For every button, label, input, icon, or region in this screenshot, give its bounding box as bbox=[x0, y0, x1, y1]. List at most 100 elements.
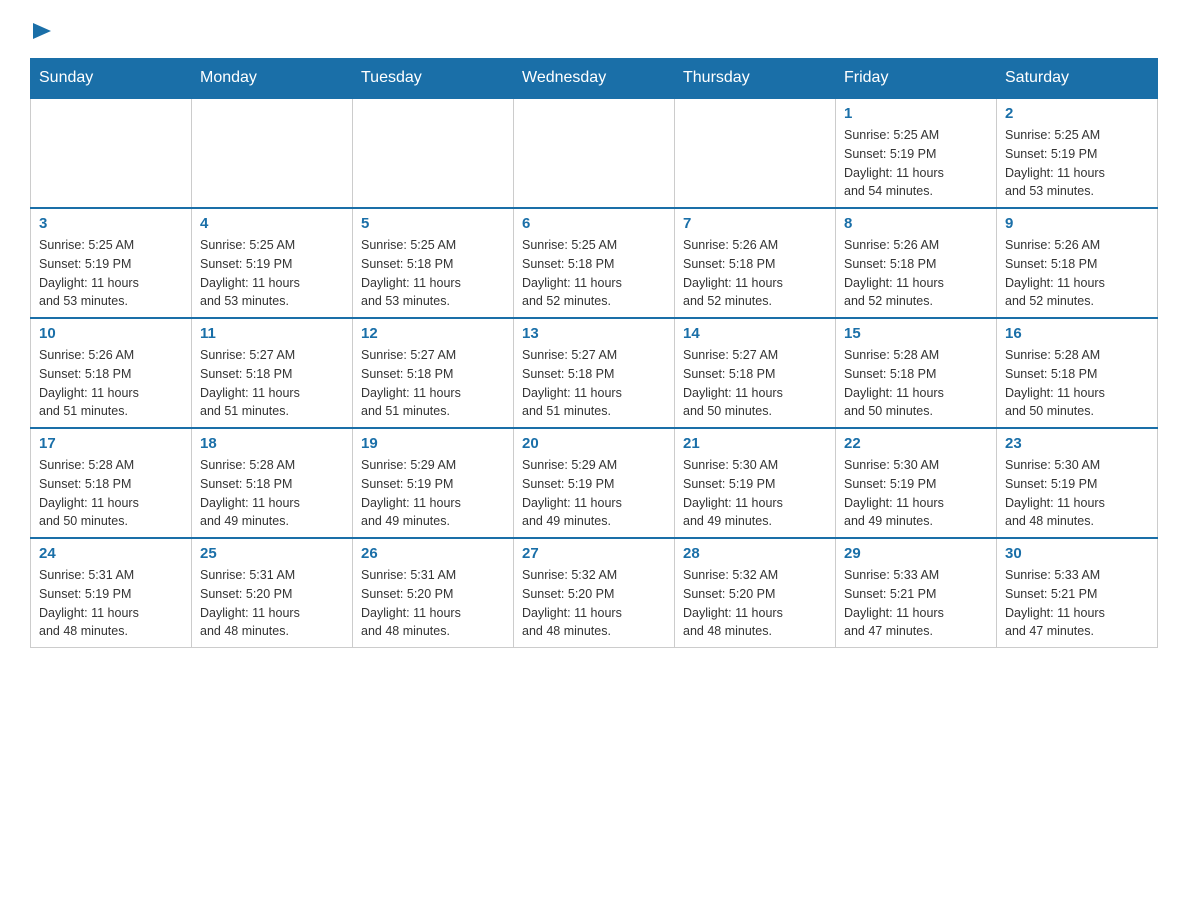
day-number: 30 bbox=[1005, 545, 1149, 562]
weekday-header-wednesday: Wednesday bbox=[514, 59, 675, 99]
day-number: 27 bbox=[522, 545, 666, 562]
day-info: Sunrise: 5:26 AM Sunset: 5:18 PM Dayligh… bbox=[844, 236, 988, 311]
day-info: Sunrise: 5:31 AM Sunset: 5:20 PM Dayligh… bbox=[200, 566, 344, 641]
day-info: Sunrise: 5:25 AM Sunset: 5:18 PM Dayligh… bbox=[361, 236, 505, 311]
calendar-cell bbox=[514, 98, 675, 208]
day-info: Sunrise: 5:25 AM Sunset: 5:19 PM Dayligh… bbox=[200, 236, 344, 311]
day-info: Sunrise: 5:25 AM Sunset: 5:18 PM Dayligh… bbox=[522, 236, 666, 311]
page-header bbox=[30, 20, 1158, 40]
weekday-header-friday: Friday bbox=[836, 59, 997, 99]
day-info: Sunrise: 5:31 AM Sunset: 5:19 PM Dayligh… bbox=[39, 566, 183, 641]
calendar-cell: 2Sunrise: 5:25 AM Sunset: 5:19 PM Daylig… bbox=[997, 98, 1158, 208]
day-number: 23 bbox=[1005, 435, 1149, 452]
day-number: 9 bbox=[1005, 215, 1149, 232]
calendar-cell: 11 Sunrise: 5:27 AM Sunset: 5:18 PM Dayli… bbox=[192, 318, 353, 428]
calendar-cell: 12Sunrise: 5:27 AM Sunset: 5:18 PM Dayli… bbox=[353, 318, 514, 428]
weekday-header-saturday: Saturday bbox=[997, 59, 1158, 99]
day-number: 25 bbox=[200, 545, 344, 562]
calendar-cell: 20 Sunrise: 5:29 AM Sunset: 5:19 PM Dayli… bbox=[514, 428, 675, 538]
calendar-cell bbox=[192, 98, 353, 208]
day-info: Sunrise: 5:30 AM Sunset: 5:19 PM Dayligh… bbox=[1005, 456, 1149, 531]
day-number: 18 bbox=[200, 435, 344, 452]
calendar-header-row: SundayMondayTuesdayWednesdayThursdayFrid… bbox=[31, 59, 1158, 99]
weekday-header-thursday: Thursday bbox=[675, 59, 836, 99]
calendar-cell: 21 Sunrise: 5:30 AM Sunset: 5:19 PM Dayli… bbox=[675, 428, 836, 538]
day-number: 21 bbox=[683, 435, 827, 452]
day-number: 8 bbox=[844, 215, 988, 232]
calendar-cell: 22Sunrise: 5:30 AM Sunset: 5:19 PM Dayli… bbox=[836, 428, 997, 538]
day-info: Sunrise: 5:33 AM Sunset: 5:21 PM Dayligh… bbox=[844, 566, 988, 641]
day-info: Sunrise: 5:29 AM Sunset: 5:19 PM Dayligh… bbox=[522, 456, 666, 531]
calendar-cell: 10 Sunrise: 5:26 AM Sunset: 5:18 PM Dayli… bbox=[31, 318, 192, 428]
logo bbox=[30, 20, 51, 40]
day-info: Sunrise: 5:26 AM Sunset: 5:18 PM Dayligh… bbox=[683, 236, 827, 311]
day-number: 6 bbox=[522, 215, 666, 232]
day-info: Sunrise: 5:25 AM Sunset: 5:19 PM Dayligh… bbox=[844, 126, 988, 201]
calendar-cell: 15 Sunrise: 5:28 AM Sunset: 5:18 PM Dayli… bbox=[836, 318, 997, 428]
day-number: 5 bbox=[361, 215, 505, 232]
calendar-cell: 25 Sunrise: 5:31 AM Sunset: 5:20 PM Dayli… bbox=[192, 538, 353, 648]
weekday-header-monday: Monday bbox=[192, 59, 353, 99]
calendar-cell: 5 Sunrise: 5:25 AM Sunset: 5:18 PM Daylig… bbox=[353, 208, 514, 318]
day-number: 14 bbox=[683, 325, 827, 342]
weekday-header-tuesday: Tuesday bbox=[353, 59, 514, 99]
day-info: Sunrise: 5:27 AM Sunset: 5:18 PM Dayligh… bbox=[361, 346, 505, 421]
calendar-cell: 3 Sunrise: 5:25 AM Sunset: 5:19 PM Daylig… bbox=[31, 208, 192, 318]
weekday-header-sunday: Sunday bbox=[31, 59, 192, 99]
calendar-cell: 26 Sunrise: 5:31 AM Sunset: 5:20 PM Dayli… bbox=[353, 538, 514, 648]
day-info: Sunrise: 5:28 AM Sunset: 5:18 PM Dayligh… bbox=[1005, 346, 1149, 421]
calendar-cell: 23 Sunrise: 5:30 AM Sunset: 5:19 PM Dayli… bbox=[997, 428, 1158, 538]
week-row-5: 24 Sunrise: 5:31 AM Sunset: 5:19 PM Dayli… bbox=[31, 538, 1158, 648]
calendar-cell bbox=[675, 98, 836, 208]
calendar-cell bbox=[31, 98, 192, 208]
week-row-4: 17 Sunrise: 5:28 AM Sunset: 5:18 PM Dayli… bbox=[31, 428, 1158, 538]
day-number: 2 bbox=[1005, 105, 1149, 122]
day-info: Sunrise: 5:32 AM Sunset: 5:20 PM Dayligh… bbox=[683, 566, 827, 641]
calendar-cell: 28Sunrise: 5:32 AM Sunset: 5:20 PM Dayli… bbox=[675, 538, 836, 648]
day-info: Sunrise: 5:25 AM Sunset: 5:19 PM Dayligh… bbox=[39, 236, 183, 311]
day-number: 1 bbox=[844, 105, 988, 122]
day-info: Sunrise: 5:30 AM Sunset: 5:19 PM Dayligh… bbox=[683, 456, 827, 531]
week-row-2: 3 Sunrise: 5:25 AM Sunset: 5:19 PM Daylig… bbox=[31, 208, 1158, 318]
calendar-cell: 29 Sunrise: 5:33 AM Sunset: 5:21 PM Dayli… bbox=[836, 538, 997, 648]
calendar-cell: 18 Sunrise: 5:28 AM Sunset: 5:18 PM Dayli… bbox=[192, 428, 353, 538]
calendar-cell: 16 Sunrise: 5:28 AM Sunset: 5:18 PM Dayli… bbox=[997, 318, 1158, 428]
calendar-cell: 9 Sunrise: 5:26 AM Sunset: 5:18 PM Daylig… bbox=[997, 208, 1158, 318]
day-info: Sunrise: 5:26 AM Sunset: 5:18 PM Dayligh… bbox=[39, 346, 183, 421]
day-number: 29 bbox=[844, 545, 988, 562]
day-number: 7 bbox=[683, 215, 827, 232]
day-number: 24 bbox=[39, 545, 183, 562]
day-info: Sunrise: 5:26 AM Sunset: 5:18 PM Dayligh… bbox=[1005, 236, 1149, 311]
day-info: Sunrise: 5:27 AM Sunset: 5:18 PM Dayligh… bbox=[522, 346, 666, 421]
day-number: 11 bbox=[200, 325, 344, 342]
calendar-cell: 4 Sunrise: 5:25 AM Sunset: 5:19 PM Daylig… bbox=[192, 208, 353, 318]
week-row-3: 10 Sunrise: 5:26 AM Sunset: 5:18 PM Dayli… bbox=[31, 318, 1158, 428]
day-info: Sunrise: 5:28 AM Sunset: 5:18 PM Dayligh… bbox=[844, 346, 988, 421]
day-info: Sunrise: 5:32 AM Sunset: 5:20 PM Dayligh… bbox=[522, 566, 666, 641]
calendar-cell: 19 Sunrise: 5:29 AM Sunset: 5:19 PM Dayli… bbox=[353, 428, 514, 538]
day-info: Sunrise: 5:30 AM Sunset: 5:19 PM Dayligh… bbox=[844, 456, 988, 531]
day-number: 3 bbox=[39, 215, 183, 232]
calendar-cell: 27 Sunrise: 5:32 AM Sunset: 5:20 PM Dayli… bbox=[514, 538, 675, 648]
day-info: Sunrise: 5:27 AM Sunset: 5:18 PM Dayligh… bbox=[200, 346, 344, 421]
day-number: 26 bbox=[361, 545, 505, 562]
day-number: 16 bbox=[1005, 325, 1149, 342]
day-number: 13 bbox=[522, 325, 666, 342]
day-number: 20 bbox=[522, 435, 666, 452]
logo-arrow-icon bbox=[33, 23, 51, 44]
day-info: Sunrise: 5:29 AM Sunset: 5:19 PM Dayligh… bbox=[361, 456, 505, 531]
day-number: 17 bbox=[39, 435, 183, 452]
day-number: 19 bbox=[361, 435, 505, 452]
calendar-cell: 17Sunrise: 5:28 AM Sunset: 5:18 PM Dayli… bbox=[31, 428, 192, 538]
day-number: 4 bbox=[200, 215, 344, 232]
day-info: Sunrise: 5:28 AM Sunset: 5:18 PM Dayligh… bbox=[200, 456, 344, 531]
calendar-cell bbox=[353, 98, 514, 208]
calendar-cell: 1 Sunrise: 5:25 AM Sunset: 5:19 PM Daylig… bbox=[836, 98, 997, 208]
day-info: Sunrise: 5:27 AM Sunset: 5:18 PM Dayligh… bbox=[683, 346, 827, 421]
day-number: 15 bbox=[844, 325, 988, 342]
day-info: Sunrise: 5:31 AM Sunset: 5:20 PM Dayligh… bbox=[361, 566, 505, 641]
week-row-1: 1 Sunrise: 5:25 AM Sunset: 5:19 PM Daylig… bbox=[31, 98, 1158, 208]
calendar-cell: 30Sunrise: 5:33 AM Sunset: 5:21 PM Dayli… bbox=[997, 538, 1158, 648]
calendar-cell: 14 Sunrise: 5:27 AM Sunset: 5:18 PM Dayli… bbox=[675, 318, 836, 428]
day-number: 10 bbox=[39, 325, 183, 342]
